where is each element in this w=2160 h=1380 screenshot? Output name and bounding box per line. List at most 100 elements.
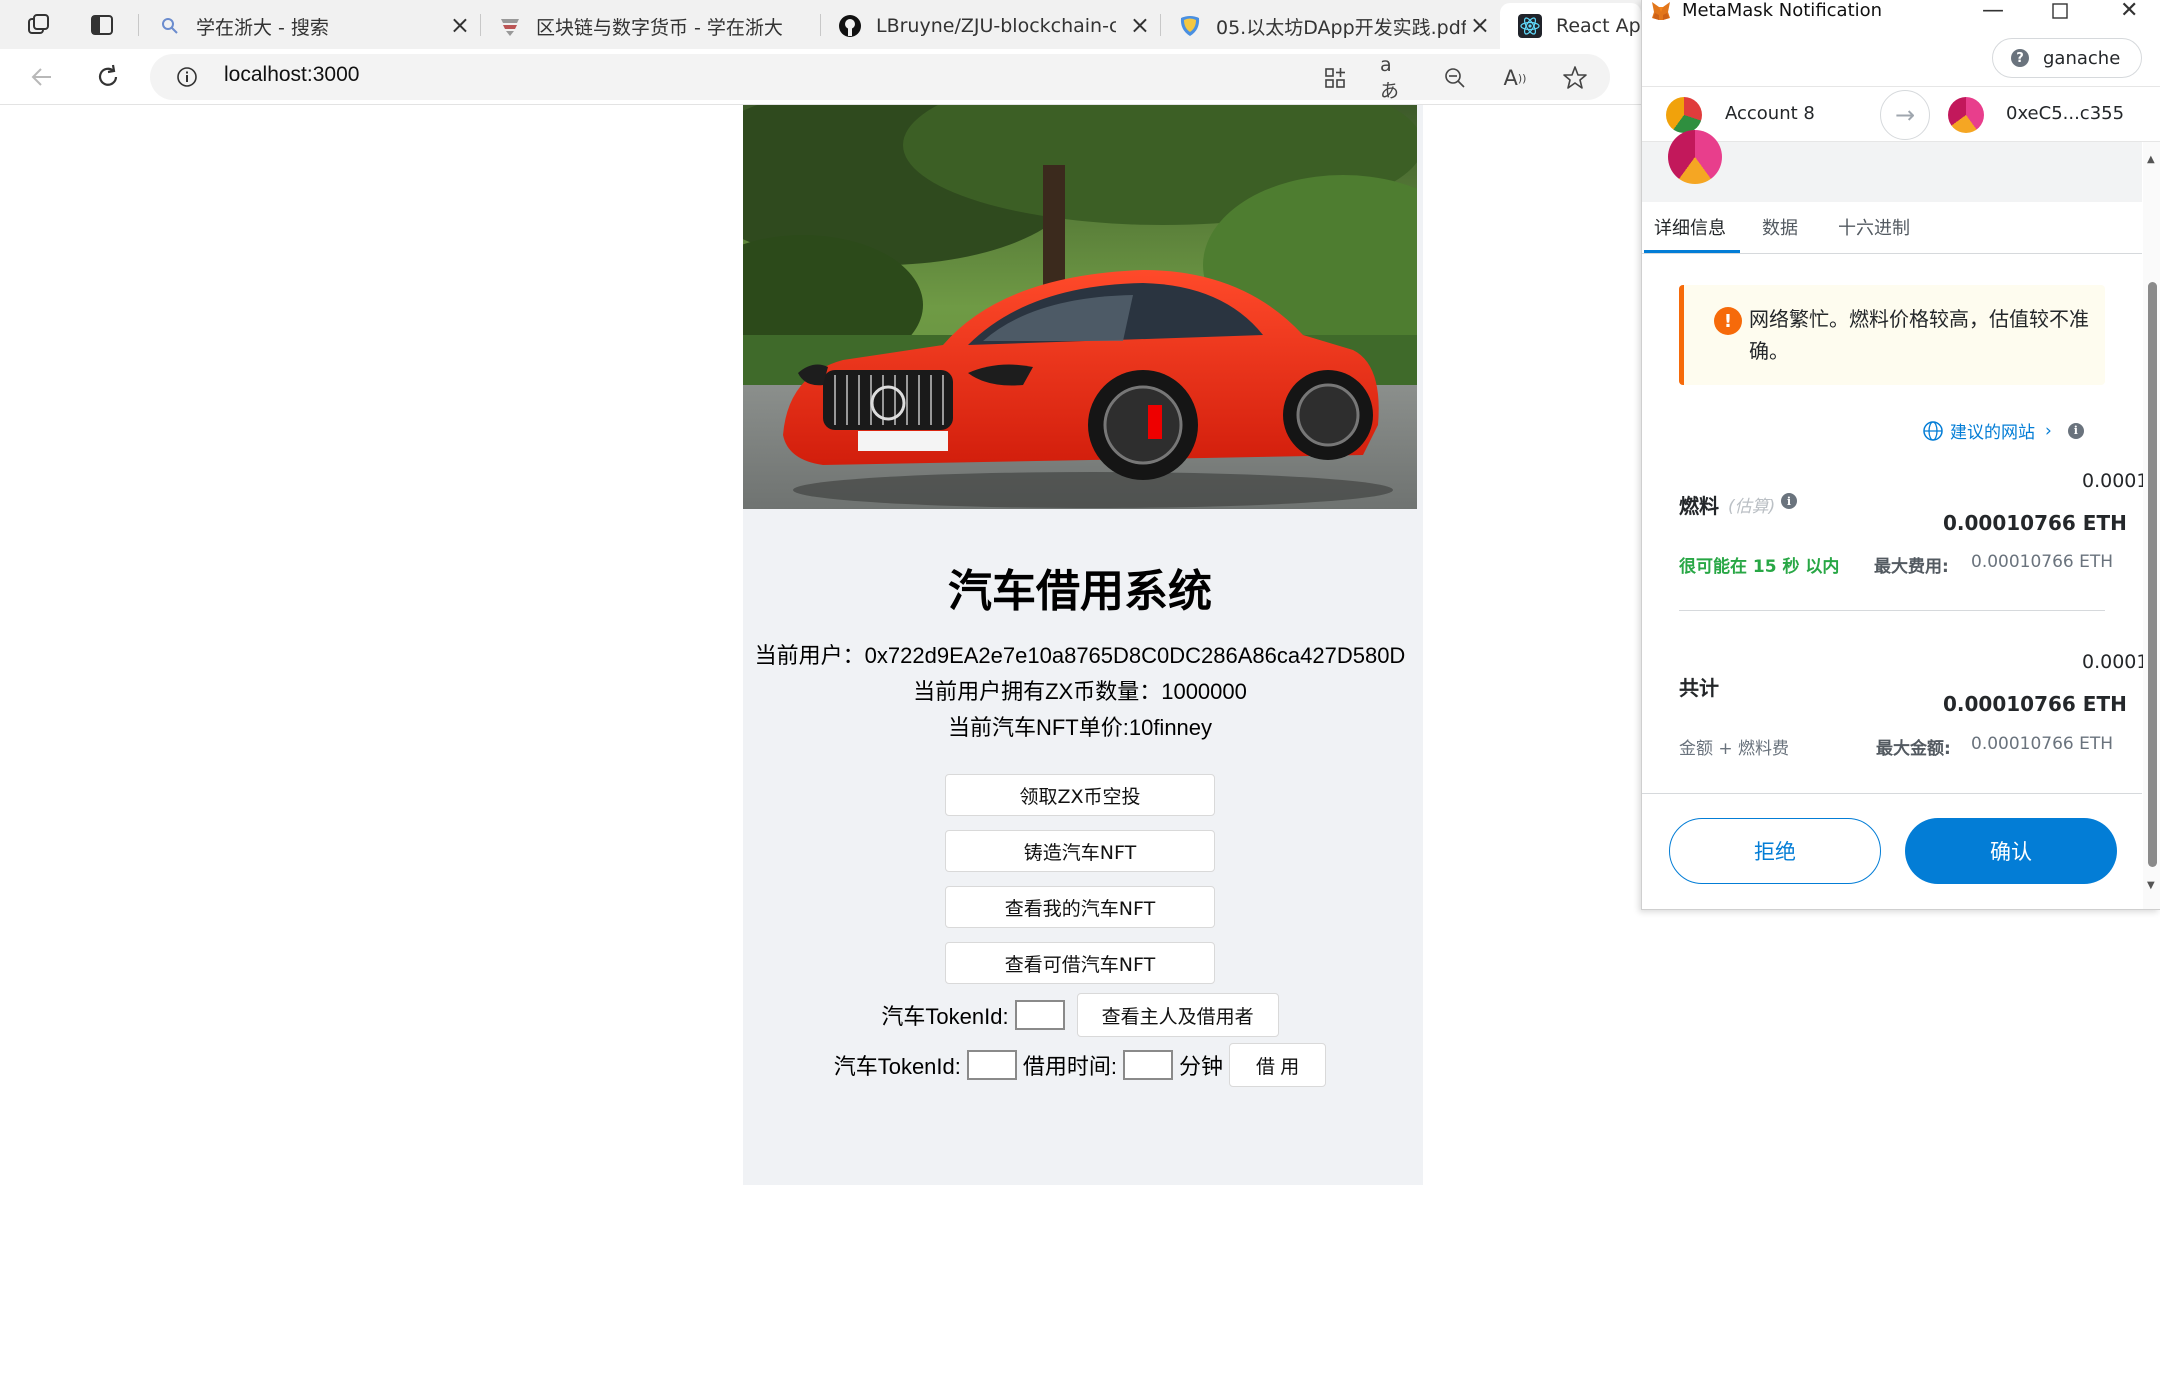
- query-token-id-input[interactable]: [1014, 1000, 1065, 1030]
- tab-search[interactable]: 学在浙大 - 搜索 ×: [140, 3, 480, 49]
- app-title: 汽车借用系统: [948, 566, 1212, 617]
- network-name: ganache: [2043, 47, 2121, 69]
- nft-price: 当前汽车NFT单价:10finney: [947, 715, 1213, 740]
- footer-divider: [1642, 793, 2142, 794]
- tab-title: 学在浙大 - 搜索: [196, 16, 329, 39]
- to-account-address[interactable]: 0xeC5...c355: [2006, 103, 2124, 124]
- query-owner-button[interactable]: 查看主人及借用者: [1076, 993, 1279, 1037]
- scroll-up-icon[interactable]: ▲: [2147, 154, 2155, 165]
- minutes-label: 分钟: [1179, 1054, 1224, 1079]
- tab-title: 区块链与数字货币 - 学在浙大: [536, 16, 783, 39]
- mint-nft-button[interactable]: 铸造汽车NFT: [945, 830, 1215, 872]
- borrow-time-label: 借用时间:: [1022, 1054, 1117, 1079]
- zx-balance: 当前用户拥有ZX币数量：1000000: [913, 679, 1247, 704]
- close-tab-icon[interactable]: ×: [450, 13, 470, 37]
- token-id-label: 汽车TokenId:: [881, 1004, 1009, 1029]
- scroll-down-icon[interactable]: ▼: [2147, 880, 2155, 891]
- gas-fee-eth: 0.00010766 ETH: [1943, 511, 2127, 535]
- borrow-token-id-input[interactable]: [966, 1050, 1017, 1080]
- contract-avatar: [1668, 130, 1722, 184]
- site-info-icon[interactable]: [176, 66, 198, 92]
- max-amount-value: 0.00010766 ETH: [1971, 734, 2114, 754]
- query-owner-row: 汽车TokenId: 查看主人及借用者: [743, 991, 1417, 1039]
- car-image: [743, 105, 1417, 509]
- github-icon: [838, 14, 862, 38]
- token-id-label: 汽车TokenId:: [833, 1054, 961, 1079]
- close-tab-icon[interactable]: ×: [1470, 13, 1490, 37]
- borrow-button[interactable]: 借 用: [1229, 1043, 1327, 1087]
- tab-title: 05.以太坊DApp开发实践.pdf: [1216, 16, 1466, 39]
- tab-title: LBruyne/ZJU-blockchain-cours: [876, 15, 1116, 37]
- suggested-site-link[interactable]: 建议的网站 › i: [1922, 418, 2084, 443]
- apps-icon[interactable]: [1320, 63, 1350, 93]
- tab-react-app[interactable]: React App: [1500, 3, 1641, 49]
- favorite-star-icon[interactable]: [1560, 63, 1590, 93]
- tab-data[interactable]: 数据: [1762, 214, 1798, 240]
- total-subtitle: 金额 + 燃料费: [1679, 739, 1790, 759]
- tab-hex[interactable]: 十六进制: [1838, 214, 1910, 240]
- total-eth: 0.00010766 ETH: [1943, 692, 2127, 716]
- back-icon[interactable]: [24, 59, 60, 95]
- gas-label: 燃料: [1679, 494, 1719, 518]
- car-rental-app: 汽车借用系统 当前用户：0x722d9EA2e7e10a8765D8C0DC28…: [743, 105, 1423, 1185]
- chevron-right-icon: ›: [2045, 420, 2052, 441]
- borrow-row: 汽车TokenId: 借用时间: 分钟 借 用: [743, 1041, 1417, 1089]
- gas-speed: 很可能在 15 秒 以内: [1679, 557, 1840, 577]
- gas-info-icon[interactable]: i: [1781, 493, 1797, 509]
- from-account-name: Account 8: [1725, 103, 1815, 124]
- pdf-icon: [1178, 14, 1202, 38]
- arrow-right-icon: →: [1880, 90, 1930, 140]
- tab-details[interactable]: 详细信息: [1654, 214, 1726, 240]
- zoom-out-icon[interactable]: [1440, 63, 1470, 93]
- tab-github[interactable]: LBruyne/ZJU-blockchain-cours ×: [820, 3, 1160, 49]
- warning-text: 网络繁忙。燃料价格较高，估值较不准确。: [1749, 307, 2089, 363]
- divider: [1679, 610, 2105, 611]
- total-label: 共计: [1679, 676, 1719, 700]
- account-row: Account 8 → 0xeC5...c355: [1642, 86, 2160, 142]
- max-fee-value: 0.00010766 ETH: [1971, 552, 2114, 572]
- tab-course[interactable]: 区块链与数字货币 - 学在浙大: [480, 3, 820, 49]
- suggested-site-text: 建议的网站: [1950, 423, 2035, 443]
- refresh-icon[interactable]: [90, 59, 126, 95]
- from-account-avatar: [1666, 97, 1702, 133]
- airdrop-button[interactable]: 领取ZX币空投: [945, 774, 1215, 816]
- metamask-window: MetaMask Notification — ✕ ? ganache Acco…: [1641, 0, 2160, 910]
- reject-button[interactable]: 拒绝: [1669, 818, 1881, 884]
- confirm-button[interactable]: 确认: [1905, 818, 2117, 884]
- view-my-nft-button[interactable]: 查看我的汽车NFT: [945, 886, 1215, 928]
- transaction-header: [1642, 130, 2142, 202]
- read-aloud-icon[interactable]: A)): [1500, 63, 1530, 93]
- view-available-nft-button[interactable]: 查看可借汽车NFT: [945, 942, 1215, 984]
- borrow-time-input[interactable]: [1123, 1050, 1173, 1080]
- tab-actions-icon[interactable]: [87, 10, 117, 40]
- max-amount-label: 最大金额:: [1876, 739, 1951, 759]
- close-tab-icon[interactable]: ×: [1130, 13, 1150, 37]
- metamask-titlebar: MetaMask Notification — ✕: [1642, 0, 2160, 26]
- metamask-window-title: MetaMask Notification: [1682, 0, 1883, 21]
- tab-separator: [138, 14, 139, 36]
- react-icon: [1518, 14, 1542, 38]
- url-text: localhost:3000: [224, 63, 360, 86]
- tab-title: React App: [1556, 15, 1641, 37]
- scroll-thumb[interactable]: [2148, 282, 2157, 867]
- network-busy-warning: ! 网络繁忙。燃料价格较高，估值较不准确。: [1679, 285, 2105, 385]
- close-window-icon[interactable]: ✕: [2120, 0, 2138, 23]
- network-help-icon: ?: [2011, 49, 2029, 67]
- active-tab-indicator: [1644, 250, 1740, 253]
- metamask-tabs: 详细信息 数据 十六进制: [1642, 202, 2142, 254]
- translate-icon[interactable]: aあ: [1380, 54, 1410, 102]
- workspaces-icon[interactable]: [24, 10, 54, 40]
- max-fee-label: 最大费用:: [1874, 557, 1949, 577]
- warning-icon: !: [1714, 307, 1742, 335]
- maximize-icon[interactable]: [2052, 0, 2068, 25]
- current-user-address: 当前用户：0x722d9EA2e7e10a8765D8C0DC286A86ca4…: [754, 643, 1406, 668]
- tab-pdf[interactable]: 05.以太坊DApp开发实践.pdf ×: [1160, 3, 1500, 49]
- metamask-fox-icon: [1650, 0, 1672, 27]
- network-selector[interactable]: ? ganache: [1992, 38, 2142, 78]
- minimize-icon[interactable]: —: [1982, 0, 2004, 23]
- address-bar[interactable]: localhost:3000 aあ A)): [150, 54, 1610, 102]
- info-icon[interactable]: i: [2067, 422, 2084, 439]
- gas-estimate-tag: (估算): [1728, 497, 1776, 517]
- metamask-scrollbar[interactable]: ▲ ▼: [2143, 142, 2160, 909]
- globe-icon: [1922, 420, 1944, 442]
